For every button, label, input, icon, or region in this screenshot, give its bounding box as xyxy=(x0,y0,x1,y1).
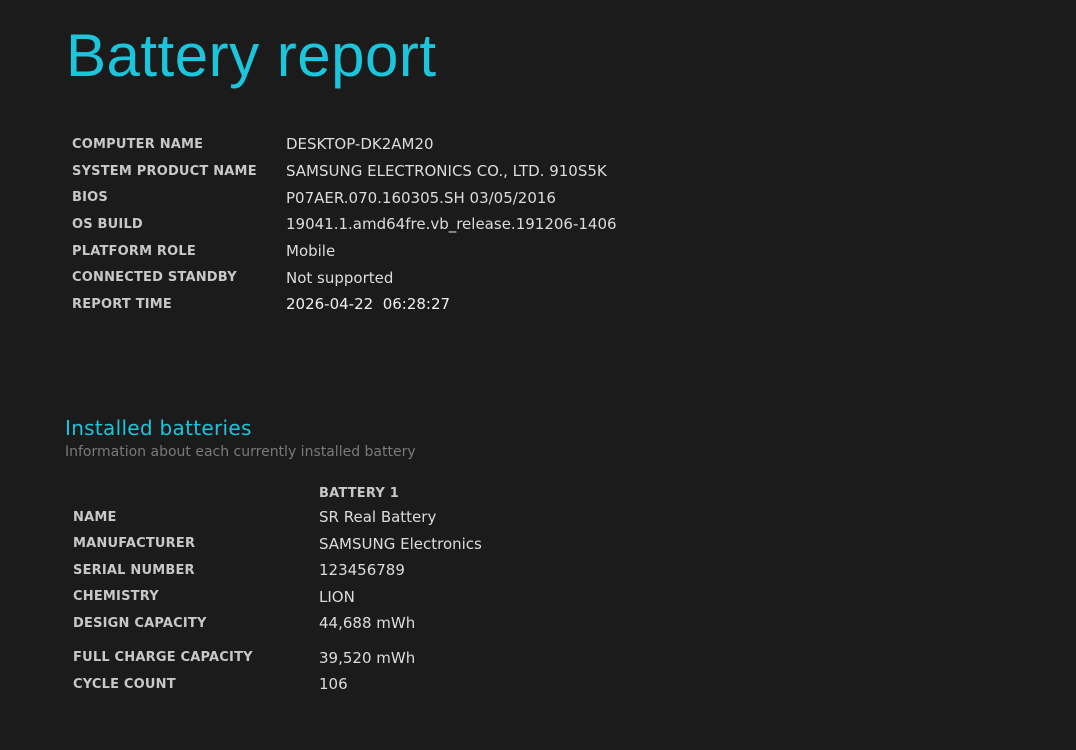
info-value: Not supported xyxy=(286,268,394,287)
battery-row-design-capacity: DESIGN CAPACITY 44,688 mWh xyxy=(73,610,482,637)
info-label: REPORT TIME xyxy=(72,296,173,312)
battery-value: 39,520 mWh xyxy=(319,648,416,667)
battery-value: 106 xyxy=(319,675,348,694)
spacer-cell xyxy=(73,637,319,645)
battery-label: NAME xyxy=(73,509,117,525)
battery-header-row: BATTERY 1 xyxy=(73,482,482,504)
installed-batteries-heading: Installed batteries xyxy=(65,416,252,440)
battery-row-manufacturer: MANUFACTURER SAMSUNG Electronics xyxy=(73,531,482,558)
battery-label: CYCLE COUNT xyxy=(73,676,176,692)
info-value: Mobile xyxy=(286,242,336,261)
info-value: SAMSUNG ELECTRONICS CO., LTD. 910S5K xyxy=(286,162,607,181)
info-row-computer-name: COMPUTER NAME DESKTOP-DK2AM20 xyxy=(72,131,617,158)
system-info-table: COMPUTER NAME DESKTOP-DK2AM20 SYSTEM PRO… xyxy=(72,131,617,318)
info-value: DESKTOP-DK2AM20 xyxy=(286,135,434,154)
battery-column-header: BATTERY 1 xyxy=(319,485,399,501)
battery-label: CHEMISTRY xyxy=(73,589,159,605)
info-row-connected-standby: CONNECTED STANDBY Not supported xyxy=(72,264,617,291)
info-value: P07AER.070.160305.SH 03/05/2016 xyxy=(286,188,556,207)
info-row-report-time: REPORT TIME 2026-04-22 06:28:27 xyxy=(72,291,617,318)
battery-header-spacer xyxy=(73,482,319,504)
battery-row-chemistry: CHEMISTRY LION xyxy=(73,584,482,611)
battery-value: 44,688 mWh xyxy=(319,614,416,633)
info-label: CONNECTED STANDBY xyxy=(72,270,237,286)
battery-row-full-charge-capacity: FULL CHARGE CAPACITY 39,520 mWh xyxy=(73,645,482,672)
info-row-bios: BIOS P07AER.070.160305.SH 03/05/2016 xyxy=(72,184,617,211)
page-title: Battery report xyxy=(66,22,437,89)
info-label: PLATFORM ROLE xyxy=(72,243,196,259)
battery-table: BATTERY 1 NAME SR Real Battery MANUFACTU… xyxy=(73,482,482,698)
battery-label: MANUFACTURER xyxy=(73,536,196,552)
battery-label: DESIGN CAPACITY xyxy=(73,615,207,631)
battery-row-cycle-count: CYCLE COUNT 106 xyxy=(73,671,482,698)
info-row-os-build: OS BUILD 19041.1.amd64fre.vb_release.191… xyxy=(72,211,617,238)
battery-value: 123456789 xyxy=(319,561,405,580)
battery-value: SAMSUNG Electronics xyxy=(319,534,482,553)
info-label: COMPUTER NAME xyxy=(72,136,204,152)
spacer-cell xyxy=(319,637,482,645)
info-row-system-product-name: SYSTEM PRODUCT NAME SAMSUNG ELECTRONICS … xyxy=(72,158,617,185)
battery-row-serial-number: SERIAL NUMBER 123456789 xyxy=(73,557,482,584)
battery-row-spacer xyxy=(73,637,482,645)
info-row-platform-role: PLATFORM ROLE Mobile xyxy=(72,238,617,265)
info-label: BIOS xyxy=(72,190,108,206)
info-label: OS BUILD xyxy=(72,216,143,232)
battery-label: SERIAL NUMBER xyxy=(73,562,195,578)
installed-batteries-subtitle: Information about each currently install… xyxy=(65,444,416,460)
info-label: SYSTEM PRODUCT NAME xyxy=(72,163,257,179)
battery-value: LION xyxy=(319,587,355,606)
battery-value: SR Real Battery xyxy=(319,508,437,527)
battery-row-name: NAME SR Real Battery xyxy=(73,504,482,531)
report-time-value: 2026-04-22 06:28:27 xyxy=(286,295,451,314)
battery-label: FULL CHARGE CAPACITY xyxy=(73,650,253,666)
info-value: 19041.1.amd64fre.vb_release.191206-1406 xyxy=(286,215,617,234)
